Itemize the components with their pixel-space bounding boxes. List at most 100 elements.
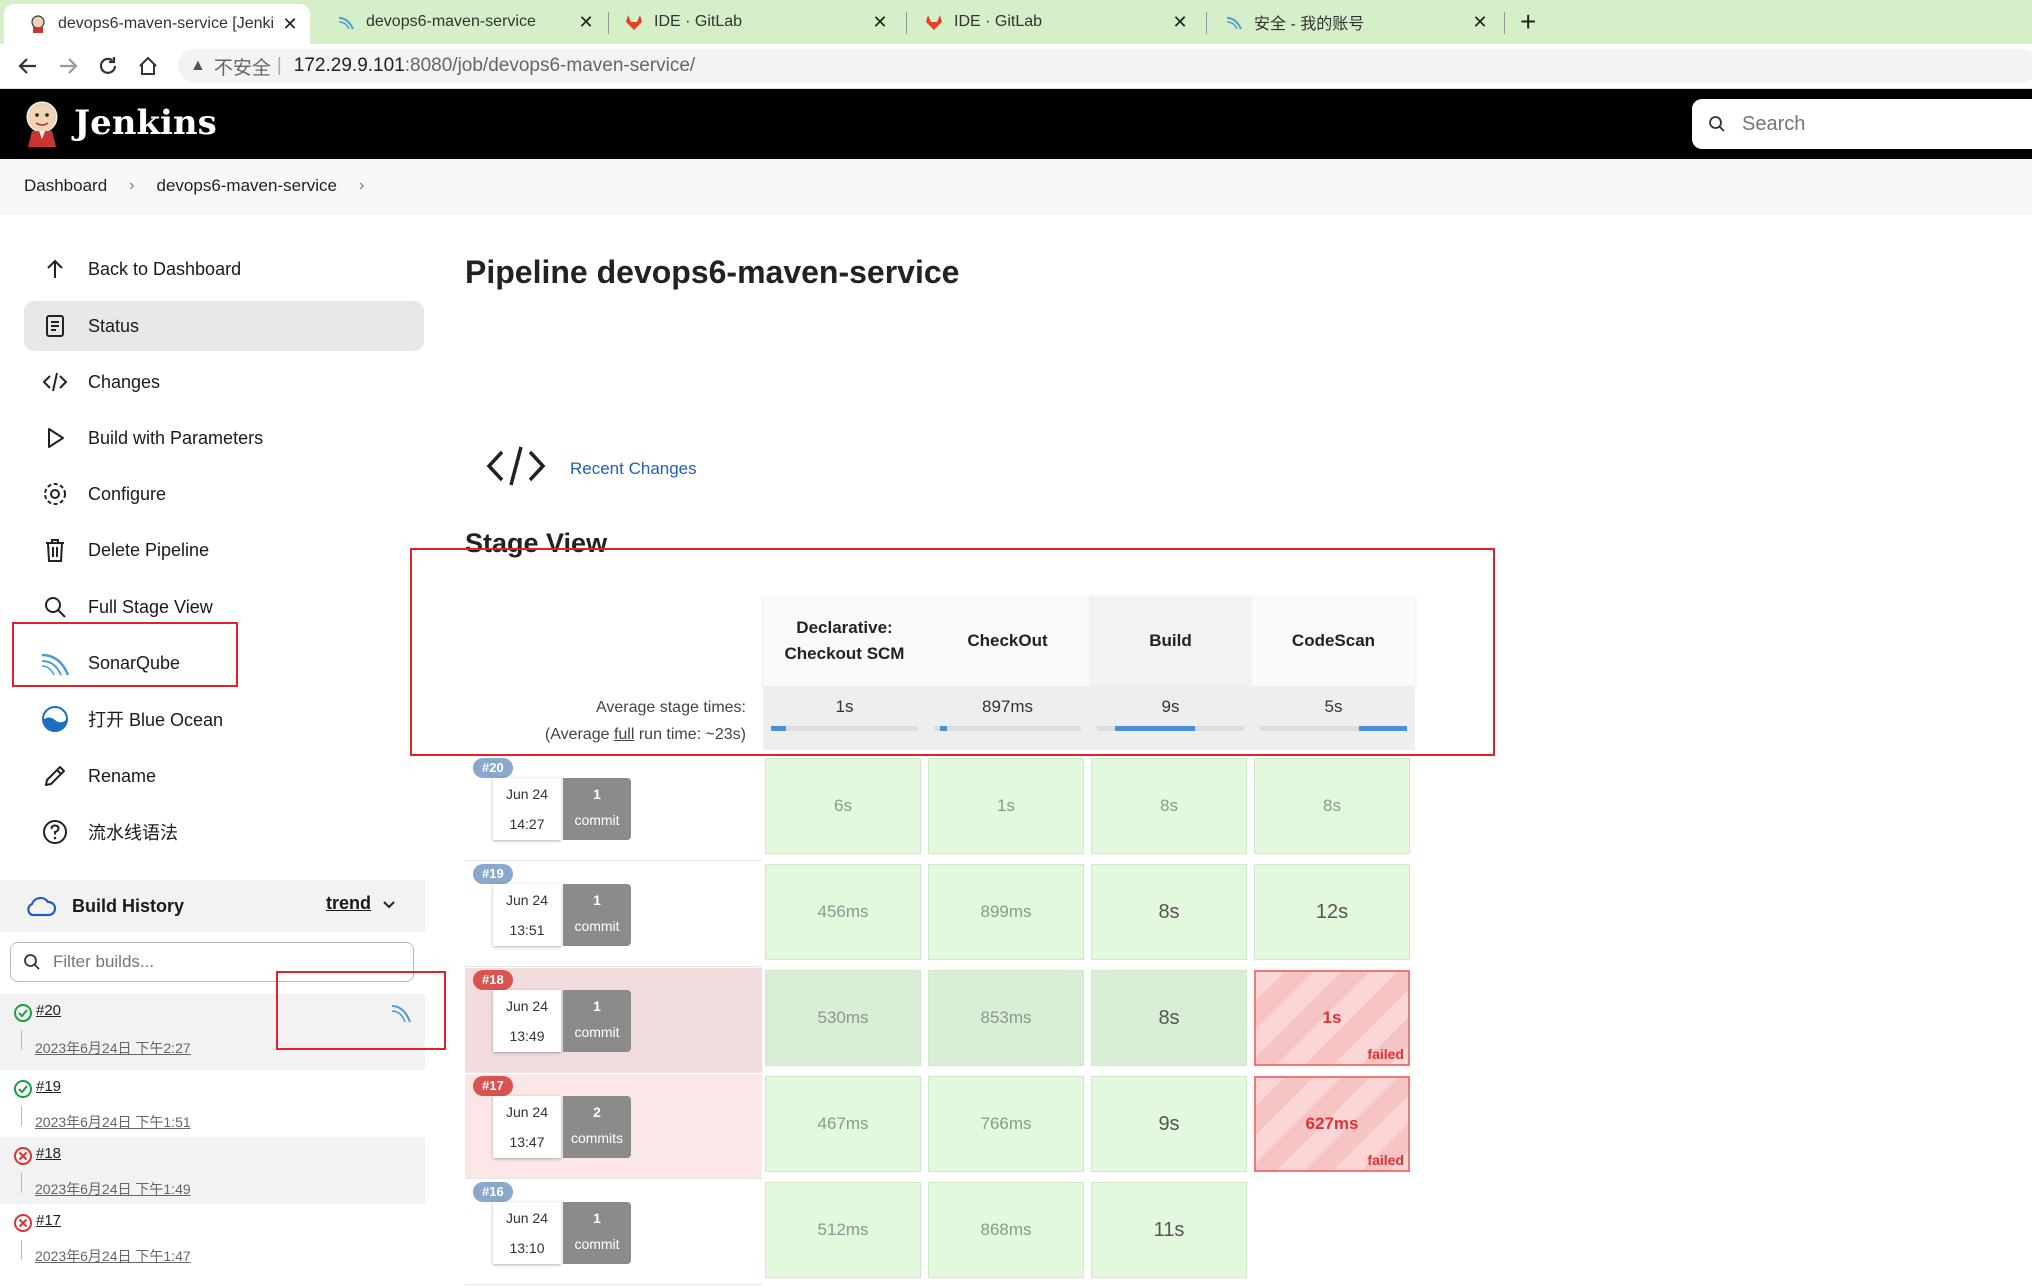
recent-changes-link[interactable]: Recent Changes	[570, 459, 697, 479]
gitlab-favicon-icon	[624, 12, 644, 32]
build-badge[interactable]: #16	[473, 1182, 513, 1202]
commit-count-button[interactable]: 1 commit	[563, 1202, 631, 1264]
tab-close-icon[interactable]: ✕	[1468, 12, 1492, 33]
sidebar-item-delete-pipeline[interactable]: Delete Pipeline	[24, 525, 424, 575]
commit-count-button[interactable]: 1 commit	[563, 778, 631, 840]
browser-tab-jenkins[interactable]: devops6-maven-service [Jenki ✕	[4, 4, 310, 44]
build-number-link[interactable]: #18	[36, 1145, 61, 1162]
sidebar-item-label: Rename	[88, 765, 157, 786]
search-icon	[40, 592, 70, 622]
jenkins-favicon-icon	[28, 14, 48, 34]
stage-cell[interactable]: 12s	[1254, 864, 1410, 960]
forward-button[interactable]	[54, 52, 82, 80]
stage-cell[interactable]: 899ms	[928, 864, 1084, 960]
run-summary[interactable]: #20 Jun 24 14:27 1 commit	[465, 756, 762, 861]
commit-count-button[interactable]: 1 commit	[563, 884, 631, 946]
url-field[interactable]: ▲ 不安全 | 172.29.9.101 :8080/job/devops6-m…	[178, 49, 2032, 83]
stage-cell[interactable]: 530ms	[765, 970, 921, 1066]
stage-cell[interactable]: 8s	[1254, 758, 1410, 854]
stage-cell[interactable]: 853ms	[928, 970, 1084, 1066]
commit-count-button[interactable]: 2 commits	[563, 1096, 631, 1158]
commit-count: 1	[593, 1210, 601, 1226]
stage-cell[interactable]: 512ms	[765, 1182, 921, 1278]
build-badge[interactable]: #19	[473, 864, 513, 884]
build-badge[interactable]: #20	[473, 758, 513, 778]
sidebar-item-build-with-parameters[interactable]: Build with Parameters	[24, 413, 424, 463]
search-icon	[1708, 115, 1726, 133]
search-input[interactable]	[1740, 111, 2024, 137]
jenkins-title[interactable]: Jenkins	[74, 103, 217, 143]
new-tab-button[interactable]: +	[1520, 6, 1536, 38]
commit-count: 1	[593, 998, 601, 1014]
stage-duration: 8s	[1158, 900, 1180, 923]
sidebar-item-back-to-dashboard[interactable]: Back to Dashboard	[24, 244, 424, 294]
browser-tab-gitlab-1[interactable]: IDE · GitLab ✕	[600, 0, 900, 44]
chevron-right-icon: ›	[129, 177, 135, 194]
run-time: 13:49	[509, 1028, 545, 1044]
build-date-link[interactable]: 2023年6月24日 下午1:51	[35, 1112, 191, 1132]
stage-cell[interactable]: 8s	[1091, 970, 1247, 1066]
reload-button[interactable]	[94, 52, 122, 80]
jenkins-logo-icon[interactable]	[22, 99, 62, 147]
stage-duration: 12s	[1315, 900, 1349, 923]
stage-cell[interactable]: 1s	[928, 758, 1084, 854]
chevron-down-icon[interactable]	[382, 897, 396, 915]
chevron-right-icon[interactable]: ›	[349, 177, 374, 195]
sidebar-item-rename[interactable]: Rename	[24, 751, 424, 801]
sidebar-item-status[interactable]: Status	[24, 301, 424, 351]
breadcrumb-job[interactable]: devops6-maven-service	[145, 176, 349, 196]
stage-cell[interactable]: 8s	[1091, 864, 1247, 960]
search-box[interactable]	[1692, 99, 2032, 149]
browser-tab-sonar[interactable]: devops6-maven-service ✕	[312, 0, 606, 44]
stage-cell[interactable]: 467ms	[765, 1076, 921, 1172]
tab-close-icon[interactable]: ✕	[278, 14, 302, 35]
build-date-link[interactable]: 2023年6月24日 下午1:47	[35, 1246, 191, 1266]
stage-cell[interactable]: 11s	[1091, 1182, 1247, 1278]
stage-cell[interactable]: 868ms	[928, 1182, 1084, 1278]
build-number-link[interactable]: #20	[36, 1002, 61, 1019]
warning-icon[interactable]: ▲	[190, 57, 206, 75]
build-history-row[interactable]: #18 2023年6月24日 下午1:49	[0, 1137, 425, 1204]
success-check-icon	[13, 1079, 33, 1099]
home-button[interactable]	[134, 52, 162, 80]
sidebar-item-blue-ocean[interactable]: 打开 Blue Ocean	[24, 694, 424, 744]
commit-count-button[interactable]: 1 commit	[563, 990, 631, 1052]
stage-cell[interactable]: 766ms	[928, 1076, 1084, 1172]
browser-tab-gitlab-2[interactable]: IDE · GitLab ✕	[900, 0, 1200, 44]
stage-cell[interactable]: 9s	[1091, 1076, 1247, 1172]
run-summary[interactable]: #17 Jun 24 13:47 2 commits	[465, 1074, 762, 1179]
stage-cell[interactable]: 8s	[1091, 758, 1247, 854]
trend-link[interactable]: trend	[326, 893, 371, 914]
breadcrumb-dashboard[interactable]: Dashboard	[12, 176, 119, 196]
run-date: Jun 24	[505, 1104, 549, 1120]
tab-close-icon[interactable]: ✕	[868, 12, 892, 33]
stage-cell[interactable]: 627ms failed	[1254, 1076, 1410, 1172]
run-summary[interactable]: #16 Jun 24 13:10 1 commit	[465, 1180, 762, 1285]
page-title: Pipeline devops6-maven-service	[465, 254, 960, 290]
build-badge[interactable]: #17	[473, 1076, 513, 1096]
build-number-link[interactable]: #17	[36, 1212, 61, 1229]
sidebar-item-pipeline-syntax[interactable]: 流水线语法	[24, 807, 424, 857]
stage-cell[interactable]: 6s	[765, 758, 921, 854]
filter-builds-input[interactable]	[51, 951, 395, 973]
build-badge[interactable]: #18	[473, 970, 513, 990]
build-number-link[interactable]: #19	[36, 1078, 61, 1095]
back-button[interactable]	[14, 52, 42, 80]
build-date-link[interactable]: 2023年6月24日 下午2:27	[35, 1038, 191, 1058]
build-history-row[interactable]: #19 2023年6月24日 下午1:51	[0, 1070, 425, 1137]
sidebar-item-label: 流水线语法	[88, 823, 178, 843]
stage-duration: 1s	[1322, 1008, 1342, 1027]
stage-cell[interactable]: 1s failed	[1254, 970, 1410, 1066]
run-summary[interactable]: #18 Jun 24 13:49 1 commit	[465, 968, 762, 1073]
tab-close-icon[interactable]: ✕	[574, 12, 598, 33]
run-summary[interactable]: #19 Jun 24 13:51 1 commit	[465, 862, 762, 967]
browser-tab-account[interactable]: 安全 - 我的账号 ✕	[1200, 0, 1500, 44]
tab-close-icon[interactable]: ✕	[1168, 12, 1192, 33]
sidebar-item-configure[interactable]: Configure	[24, 469, 424, 519]
stage-cell[interactable]: 456ms	[765, 864, 921, 960]
build-date-link[interactable]: 2023年6月24日 下午1:49	[35, 1179, 191, 1199]
sidebar-item-changes[interactable]: Changes	[24, 357, 424, 407]
build-history-row[interactable]: #17 2023年6月24日 下午1:47	[0, 1204, 425, 1271]
stage-duration: 868ms	[980, 1220, 1032, 1239]
tab-title: devops6-maven-service [Jenki	[58, 15, 275, 32]
